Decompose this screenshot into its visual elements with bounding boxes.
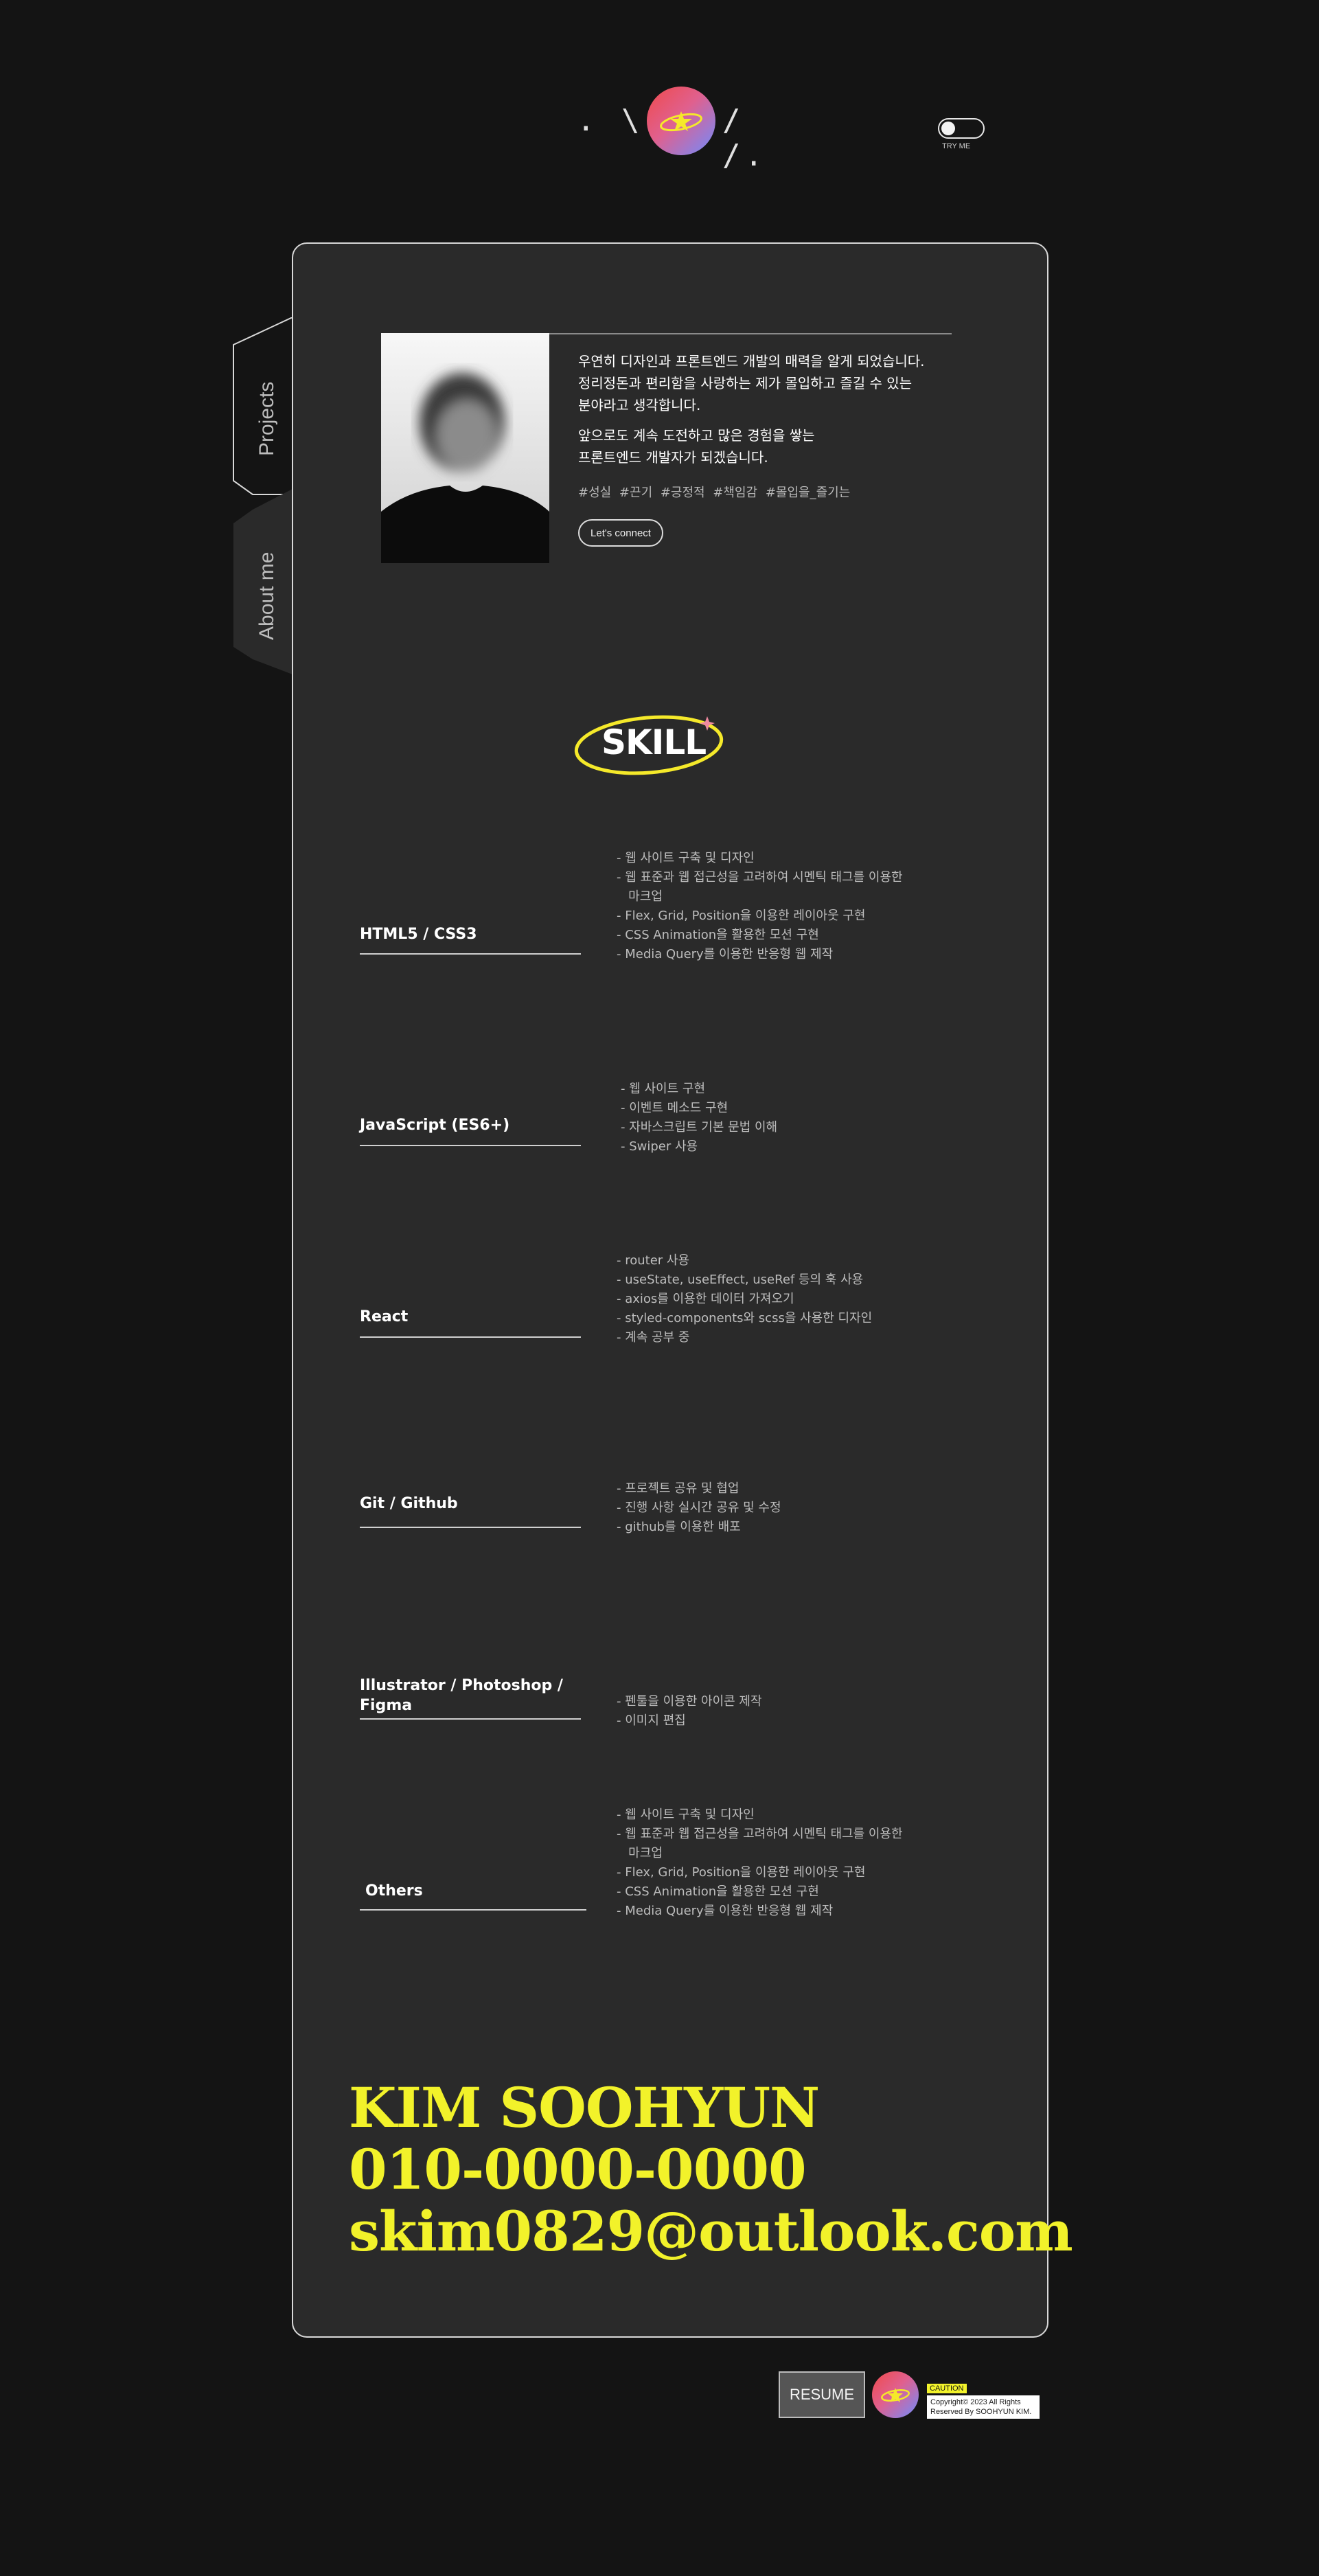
toggle-label: TRY ME <box>942 142 971 150</box>
list-item: - Flex, Grid, Position을 이용한 레이아웃 구현 <box>617 1865 866 1880</box>
list-item: - styled-components와 scss을 사용한 디자인 <box>617 1311 873 1325</box>
skill-underline <box>360 953 581 955</box>
skill-underline <box>360 1527 581 1528</box>
skill-javascript: JavaScript (ES6+) <box>360 1117 510 1134</box>
list-item: - Swiper 사용 <box>621 1139 698 1154</box>
right-slash-decoration: / /. <box>722 103 767 173</box>
intro-line: 우연히 디자인과 프론트엔드 개발의 매력을 알게 되었습니다. <box>578 353 925 369</box>
contact-name: KIM SOOHYUN <box>349 2075 820 2140</box>
theme-toggle[interactable] <box>938 118 985 139</box>
skill-git: Git / Github <box>360 1495 458 1512</box>
logo-icon[interactable] <box>647 87 715 155</box>
tab-projects[interactable]: Projects <box>255 382 279 456</box>
resume-button[interactable]: RESUME <box>779 2371 865 2418</box>
list-item: - 진행 사항 실시간 공유 및 수정 <box>617 1501 781 1515</box>
copyright-line: Copyright© 2023 All Rights <box>930 2398 1021 2406</box>
contact-phone[interactable]: 010-0000-0000 <box>349 2137 807 2202</box>
skill-design-tools: Illustrator / Photoshop / Figma <box>360 1677 563 1714</box>
list-item: - 펜툴을 이용한 아이콘 제작 <box>617 1694 762 1709</box>
intro-line: 분야라고 생각합니다. <box>578 397 701 413</box>
skill-design-tools-list: - 펜툴을 이용한 아이콘 제작 - 이미지 편집 <box>617 1692 762 1731</box>
copyright-box: Copyright© 2023 All Rights Reserved By S… <box>927 2395 1040 2419</box>
skill-underline <box>360 1718 581 1720</box>
star-orbit-icon <box>660 111 702 132</box>
skill-react-list: - router 사용 - useState, useEffect, useRe… <box>617 1251 872 1347</box>
skill-javascript-list: - 웹 사이트 구현 - 이벤트 메소드 구현 - 자바스크립트 기본 문법 이… <box>621 1080 777 1156</box>
skill-underline <box>360 1909 586 1911</box>
contact-email[interactable]: skim0829@outlook.com <box>349 2199 1073 2264</box>
goal-line: 앞으로도 계속 도전하고 많은 경험을 쌓는 <box>578 427 815 444</box>
skill-react: React <box>360 1308 409 1325</box>
list-item: - 웹 사이트 구축 및 디자인 <box>617 1808 755 1822</box>
intro-paragraph: 우연히 디자인과 프론트엔드 개발의 매력을 알게 되었습니다. 정리정돈과 편… <box>578 350 925 416</box>
list-item: - 이벤트 메소드 구현 <box>621 1101 729 1115</box>
caution-badge: CAUTION <box>927 2384 967 2393</box>
header-logo[interactable]: . \ \ / /. <box>577 82 783 173</box>
goal-paragraph: 앞으로도 계속 도전하고 많은 경험을 쌓는 프론트엔드 개발자가 되겠습니다. <box>578 424 815 468</box>
list-item: - 자바스크립트 기본 문법 이해 <box>621 1120 778 1135</box>
tab-about-me[interactable]: About me <box>255 552 279 640</box>
intro-line: 정리정돈과 편리함을 사랑하는 제가 몰입하고 즐길 수 있는 <box>578 375 913 391</box>
skill-title: SKILL <box>601 722 707 762</box>
list-item: - router 사용 <box>617 1253 690 1268</box>
list-item: - Media Query를 이용한 반응형 웹 제작 <box>617 1904 834 1918</box>
list-item: - useState, useEffect, useRef 등의 훅 사용 <box>617 1273 864 1287</box>
list-item: - CSS Animation을 활용한 모션 구현 <box>617 1884 819 1899</box>
list-item: - CSS Animation을 활용한 모션 구현 <box>617 928 819 942</box>
skill-others-list: - 웹 사이트 구축 및 디자인 - 웹 표준과 웹 접근성을 고려하여 시멘틱… <box>617 1805 903 1921</box>
skill-git-list: - 프로젝트 공유 및 협업 - 진행 사항 실시간 공유 및 수정 - git… <box>617 1479 781 1537</box>
list-item: - axios를 이용한 데이터 가져오기 <box>617 1292 794 1306</box>
star-orbit-icon <box>881 2388 910 2402</box>
footer-logo-icon[interactable] <box>872 2371 919 2418</box>
list-item: - 웹 사이트 구현 <box>621 1082 706 1096</box>
list-item: - 프로젝트 공유 및 협업 <box>617 1481 739 1496</box>
list-item: - 계속 공부 중 <box>617 1330 690 1345</box>
skill-underline <box>360 1145 581 1146</box>
skill-underline <box>360 1336 581 1338</box>
skill-html-css: HTML5 / CSS3 <box>360 926 477 943</box>
profile-photo <box>381 333 549 563</box>
skill-html-css-list: - 웹 사이트 구축 및 디자인 - 웹 표준과 웹 접근성을 고려하여 시멘틱… <box>617 849 903 964</box>
list-item: 마크업 <box>617 889 663 904</box>
about-divider <box>549 333 952 334</box>
goal-line: 프론트엔드 개발자가 되겠습니다. <box>578 449 768 466</box>
list-item: - Flex, Grid, Position을 이용한 레이아웃 구현 <box>617 909 866 923</box>
lets-connect-button[interactable]: Let's connect <box>578 519 663 547</box>
profile-photo-art <box>381 333 549 563</box>
list-item: 마크업 <box>617 1846 663 1860</box>
copyright-line: Reserved By SOOHYUN KIM. <box>930 2408 1032 2416</box>
list-item: - 웹 표준과 웹 접근성을 고려하여 시멘틱 태그를 이용한 <box>617 870 903 885</box>
list-item: - 웹 사이트 구축 및 디자인 <box>617 851 755 865</box>
skill-others: Others <box>365 1882 423 1900</box>
list-item: - Media Query를 이용한 반응형 웹 제작 <box>617 947 834 961</box>
toggle-knob <box>941 122 955 135</box>
list-item: - 이미지 편집 <box>617 1713 686 1728</box>
hashtags: #성실 #끈기 #긍정적 #책임감 #몰입을_즐기는 <box>578 486 851 500</box>
list-item: - github를 이용한 배포 <box>617 1520 741 1534</box>
list-item: - 웹 표준과 웹 접근성을 고려하여 시멘틱 태그를 이용한 <box>617 1827 903 1841</box>
